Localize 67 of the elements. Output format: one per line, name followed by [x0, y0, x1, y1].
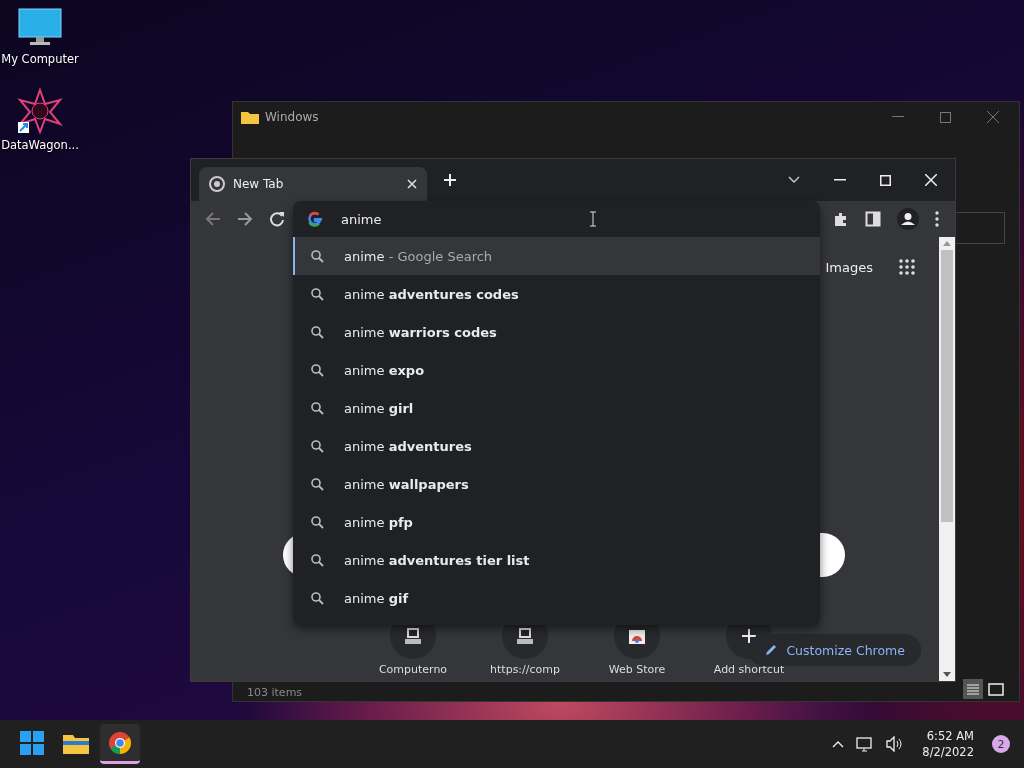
customize-chrome-button[interactable]: Customize Chrome: [748, 634, 921, 666]
item-count: 103 items: [247, 686, 303, 699]
images-link[interactable]: Images: [825, 259, 873, 275]
shortcut-label[interactable]: Web Store: [608, 663, 666, 676]
computer-icon: [516, 627, 534, 645]
profile-icon[interactable]: [897, 208, 919, 230]
chrome-logo-icon: [108, 730, 132, 755]
windows-logo-icon: [20, 730, 44, 755]
puzzle-piece-icon[interactable]: [833, 211, 849, 227]
minimize-icon[interactable]: [834, 179, 846, 181]
suggestion-item[interactable]: anime girl: [293, 389, 820, 427]
side-panel-icon[interactable]: [865, 211, 881, 227]
plus-icon: [741, 628, 757, 644]
search-icon: [311, 363, 324, 377]
tiles-view-icon[interactable]: [987, 681, 1005, 699]
suggestion-item[interactable]: anime gif: [293, 579, 820, 617]
search-icon: [311, 553, 324, 567]
minimize-icon[interactable]: [892, 116, 904, 118]
google-logo-icon: [307, 211, 323, 227]
shortcut-label[interactable]: Computerno: [378, 663, 448, 676]
clock-time[interactable]: 6:52 AM: [926, 728, 974, 744]
suggestion-item[interactable]: anime pfp: [293, 503, 820, 541]
back-arrow-icon[interactable]: [205, 211, 221, 227]
suggestion-item[interactable]: anime expo: [293, 351, 820, 389]
text-cursor-icon: [589, 211, 598, 227]
scrollbar[interactable]: [939, 237, 955, 681]
chevron-down-icon[interactable]: [788, 176, 800, 184]
pencil-icon: [764, 643, 779, 657]
forward-arrow-icon[interactable]: [237, 211, 253, 227]
suggestion-item[interactable]: anime adventures tier list: [293, 541, 820, 579]
reload-icon[interactable]: [269, 211, 285, 227]
shortcut-label[interactable]: Add shortcut: [713, 663, 785, 676]
apps-grid-icon[interactable]: [899, 259, 915, 275]
more-menu-icon[interactable]: [935, 211, 939, 227]
suggestion-item[interactable]: anime adventures: [293, 427, 820, 465]
scroll-down-icon[interactable]: [943, 672, 951, 677]
monitor-icon[interactable]: [18, 8, 62, 48]
store-bag-icon: [628, 627, 646, 645]
search-icon: [311, 439, 324, 453]
search-icon: [311, 325, 324, 339]
window-title: Windows: [265, 110, 319, 124]
speaker-icon[interactable]: [886, 736, 905, 752]
folder-icon: [241, 110, 259, 124]
suggestion-item[interactable]: anime warriors codes: [293, 313, 820, 351]
search-icon: [311, 249, 324, 263]
suggestion-item[interactable]: anime wallpapers: [293, 465, 820, 503]
desktop-icon-label[interactable]: My Computer: [1, 52, 79, 66]
suggestion-item[interactable]: anime adventures codes: [293, 275, 820, 313]
search-icon: [311, 401, 324, 415]
address-field[interactable]: anime: [341, 211, 382, 227]
suggestion-item[interactable]: anime - Google Search: [293, 237, 820, 275]
star-logo-icon[interactable]: [16, 88, 64, 134]
taskbar-app[interactable]: [100, 724, 140, 764]
chevron-up-icon[interactable]: [832, 740, 845, 748]
shortcut-label[interactable]: https://comp: [490, 663, 560, 676]
notification-badge[interactable]: 2: [992, 735, 1010, 753]
computer-icon: [404, 627, 422, 645]
clock-date[interactable]: 8/2/2022: [922, 744, 974, 760]
desktop-icon-label[interactable]: DataWagon...: [1, 138, 79, 152]
search-icon: [311, 515, 324, 529]
new-tab-icon[interactable]: [443, 173, 457, 187]
browser-tab[interactable]: New Tab: [199, 167, 427, 201]
chrome-logo-icon: [209, 176, 225, 192]
search-icon: [311, 287, 324, 301]
network-monitor-icon[interactable]: [856, 736, 875, 752]
search-icon: [311, 591, 324, 605]
search-icon: [311, 477, 324, 491]
